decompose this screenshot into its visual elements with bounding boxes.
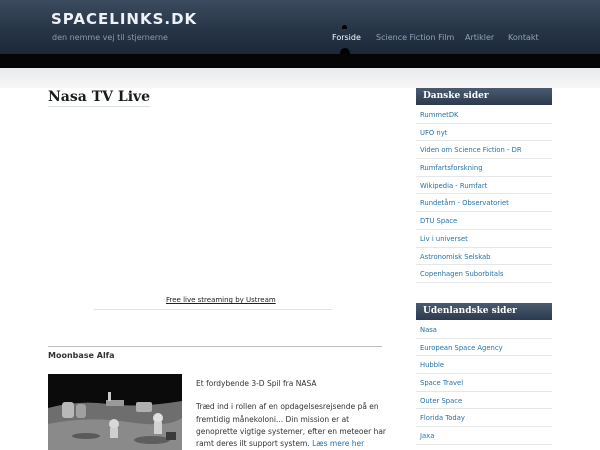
sidebar-link[interactable]: Rundetårn - Observatoriet bbox=[416, 194, 552, 213]
sidebar-link[interactable]: Wikipedia - Rumfart bbox=[416, 177, 552, 195]
section-divider bbox=[48, 346, 382, 347]
danish-links-list: RummetDK UFO nyt Viden om Science Fiction … bbox=[416, 106, 552, 283]
sidebar-link[interactable]: Space Travel bbox=[416, 374, 552, 392]
sidebar-link[interactable]: UFO nyt bbox=[416, 124, 552, 142]
site-header: SPACELINKS.DK den nemme vej til stjerner… bbox=[0, 0, 600, 54]
sidebar-link[interactable]: DTU Space bbox=[416, 212, 552, 230]
widget-title-danske-sider: Danske sider bbox=[416, 88, 552, 105]
foreign-links-list: Nasa European Space Agency Hubble Space Tra… bbox=[416, 321, 552, 445]
nav-artikler[interactable]: Artikler bbox=[465, 33, 494, 42]
stream-divider bbox=[94, 309, 332, 310]
read-more-link[interactable]: Læs mere her bbox=[312, 439, 364, 448]
nav-science-fiction-film[interactable]: Science Fiction Film bbox=[376, 33, 454, 42]
ustream-link[interactable]: Free live streaming by Ustream bbox=[166, 296, 276, 304]
post-lead: Et fordybende 3-D Spil fra NASA bbox=[196, 379, 317, 388]
site-logo[interactable]: SPACELINKS.DK bbox=[51, 10, 197, 28]
sidebar-link[interactable]: European Space Agency bbox=[416, 339, 552, 357]
nav-forside[interactable]: Forside bbox=[332, 33, 361, 42]
sidebar-link[interactable]: Jaxa bbox=[416, 427, 552, 445]
sidebar-link[interactable]: Nasa bbox=[416, 321, 552, 339]
sidebar-link[interactable]: Copenhagen Suborbitals bbox=[416, 265, 552, 283]
page-title: Nasa TV Live bbox=[48, 89, 151, 107]
sidebar-link[interactable]: Astronomisk Selskab bbox=[416, 248, 552, 266]
sidebar-link[interactable]: Florida Today bbox=[416, 409, 552, 428]
sidebar-link[interactable]: Hubble bbox=[416, 356, 552, 375]
header-sub-band bbox=[0, 68, 600, 88]
active-nav-indicator bbox=[342, 25, 347, 29]
widget-title-udenlandske-sider: Udenlandske sider bbox=[416, 303, 552, 320]
sidebar-link[interactable]: Rumfartsforskning bbox=[416, 159, 552, 177]
post-title[interactable]: Moonbase Alfa bbox=[48, 351, 115, 360]
sidebar-link[interactable]: RummetDK bbox=[416, 106, 552, 124]
post-excerpt: Et fordybende 3-D Spil fra NASA Træd ind… bbox=[196, 378, 386, 450]
sidebar-link[interactable]: Viden om Science Fiction - DR bbox=[416, 141, 552, 160]
post-body: Træd ind i rollen af en opdagelsesrejsen… bbox=[196, 401, 386, 450]
moonbase-scene bbox=[48, 374, 182, 450]
nav-kontakt[interactable]: Kontakt bbox=[508, 33, 539, 42]
site-tagline: den nemme vej til stjernerne bbox=[52, 33, 168, 42]
header-band bbox=[0, 54, 600, 68]
moonbase-screenshot[interactable] bbox=[48, 374, 182, 450]
sidebar-link[interactable]: Liv i universet bbox=[416, 230, 552, 248]
sidebar-link[interactable]: Outer Space bbox=[416, 392, 552, 410]
